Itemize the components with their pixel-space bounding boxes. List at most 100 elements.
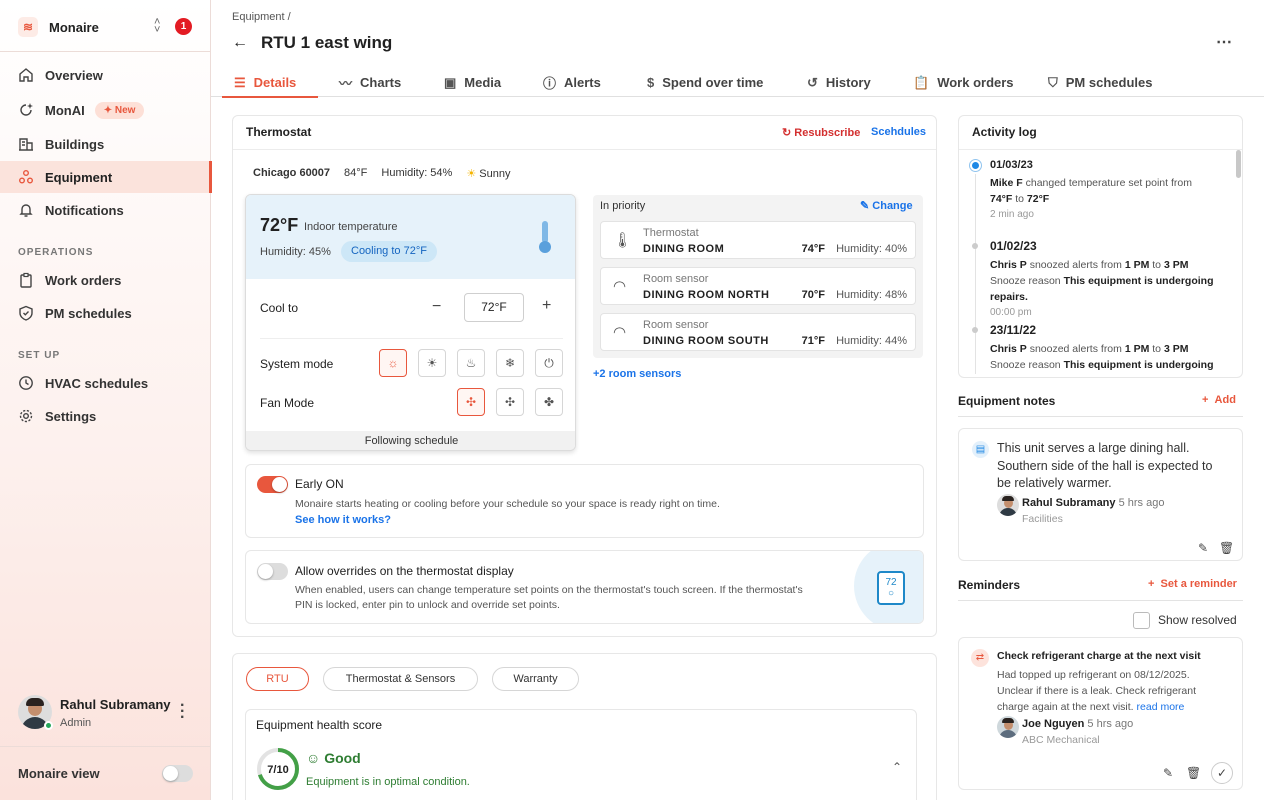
monaire-view-toggle[interactable] xyxy=(162,765,193,782)
note-author: Rahul Subramany 5 hrs ago xyxy=(1022,497,1165,509)
add-note-button[interactable]: + Add xyxy=(1202,394,1236,406)
tab-work-orders[interactable]: 📋 Work orders xyxy=(913,68,1014,97)
tab-bar: ☰ Details 〰 Charts ▣ Media ⓘ Alerts $ Spend o… xyxy=(211,68,1264,98)
off-mode-button[interactable]: ⏻ xyxy=(535,349,563,377)
show-resolved-checkbox[interactable] xyxy=(1133,612,1150,629)
status-badge: Cooling to 72°F xyxy=(341,241,437,262)
decrease-button[interactable]: − xyxy=(432,298,441,316)
tab-warranty[interactable]: Warranty xyxy=(492,667,579,691)
power-icon: ⏻ xyxy=(544,355,554,370)
sidebar-item-label: Equipment xyxy=(45,169,113,185)
tab-spend-over-time[interactable]: $ Spend over time xyxy=(647,68,763,97)
log-time: 00:00 pm xyxy=(990,307,1032,318)
smile-icon: ☺ xyxy=(306,750,321,766)
breadcrumb[interactable]: Equipment / xyxy=(232,11,291,23)
divider xyxy=(233,149,936,150)
user-name: Rahul Subramany xyxy=(60,697,171,712)
sidebar-item-notifications[interactable]: Notifications xyxy=(0,194,211,226)
cool-mode-button[interactable]: ❄ xyxy=(496,349,524,377)
resolve-check-icon[interactable]: ✓ xyxy=(1211,762,1233,784)
early-on-toggle[interactable] xyxy=(257,476,288,493)
plus-icon: + xyxy=(1148,578,1158,590)
sidebar-item-hvac-schedules[interactable]: HVAC schedules xyxy=(0,367,211,399)
sidebar-item-equipment[interactable]: Equipment xyxy=(0,161,212,193)
divider xyxy=(0,51,211,52)
more-sensors-link[interactable]: +2 room sensors xyxy=(593,368,681,380)
priority-title: In priority xyxy=(600,200,646,212)
weather-bar: Chicago 60007 84°F Humidity: 54% ☀ Sunny xyxy=(253,167,510,180)
pencil-icon: ✎ xyxy=(860,200,873,212)
sidebar-item-label: Overview xyxy=(45,67,103,83)
read-more-link[interactable]: read more xyxy=(1137,701,1185,713)
sensor-row[interactable]: 🌡 Thermostat DINING ROOM 74°F Humidity: … xyxy=(600,221,916,259)
change-link[interactable]: ✎ Change xyxy=(860,199,913,212)
sensor-row[interactable]: ◠ Room sensor DINING ROOM SOUTH 71°F Hum… xyxy=(600,313,916,351)
tab-alerts[interactable]: ⓘ Alerts xyxy=(543,68,601,97)
thermostat-display-icon: 72 ○ xyxy=(877,571,905,605)
wifi-sensor-icon: ◠ xyxy=(613,324,627,341)
alert-circle-icon: ⓘ xyxy=(543,76,557,91)
set-reminder-button[interactable]: + Set a reminder xyxy=(1148,578,1237,590)
sensor-row[interactable]: ◠ Room sensor DINING ROOM NORTH 70°F Hum… xyxy=(600,267,916,305)
sidebar-item-monai[interactable]: MonAI ✦ New xyxy=(0,94,211,126)
location-text: Chicago 60007 xyxy=(253,167,331,179)
early-on-help-link[interactable]: See how it works? xyxy=(295,514,391,526)
snowflake-icon: ❄ xyxy=(504,356,516,370)
heat-mode-button[interactable]: ☀ xyxy=(418,349,446,377)
edit-icon[interactable]: ✎ xyxy=(1163,766,1173,780)
more-horizontal-icon[interactable]: ⋯ xyxy=(1216,32,1233,52)
fan-auto-button[interactable]: ✣ xyxy=(457,388,485,416)
auto-mode-button[interactable]: ☼ xyxy=(379,349,407,377)
fan-icon: ✤ xyxy=(543,395,555,409)
sidebar-item-overview[interactable]: Overview xyxy=(0,59,211,91)
reminders-title: Reminders xyxy=(958,578,1021,592)
timeline-line xyxy=(975,174,976,374)
notification-count-badge[interactable]: 1 xyxy=(175,18,192,35)
resubscribe-link[interactable]: ↻ Resubscribe xyxy=(782,126,860,139)
sidebar-item-settings[interactable]: Settings xyxy=(0,400,211,432)
tab-rtu[interactable]: RTU xyxy=(246,667,309,691)
clipboard-icon xyxy=(20,272,32,288)
trash-icon[interactable]: 🗑 xyxy=(1219,541,1234,555)
sun-icon: ☀ xyxy=(426,356,438,370)
tab-history[interactable]: ↺ History xyxy=(807,68,871,97)
tab-media[interactable]: ▣ Media xyxy=(444,68,501,97)
cool-to-input[interactable]: 72°F xyxy=(464,293,524,322)
increase-button[interactable]: + xyxy=(542,297,551,315)
home-icon xyxy=(19,68,33,82)
tab-charts[interactable]: 〰 Charts xyxy=(339,68,401,97)
sidebar: ≋ Monaire ˄ ˅ 1 Overview MonAI ✦ New Buil… xyxy=(0,0,212,800)
more-vertical-icon[interactable]: · · · xyxy=(180,698,185,726)
trash-icon[interactable]: 🗑 xyxy=(1186,766,1201,780)
reminder-text: Had topped up refrigerant on 08/12/2025.… xyxy=(997,669,1197,713)
user-profile[interactable]: Rahul Subramany Admin · · · xyxy=(18,695,198,733)
overrides-toggle[interactable] xyxy=(257,563,288,580)
tab-pm-schedules[interactable]: ⛉ PM schedules xyxy=(1048,68,1152,97)
fan-circulate-button[interactable]: ✤ xyxy=(535,388,563,416)
indoor-temp: 72°F xyxy=(260,215,299,235)
back-arrow-icon[interactable]: ← xyxy=(232,34,248,52)
sidebar-item-pm-schedules[interactable]: PM schedules xyxy=(0,297,211,329)
tab-details[interactable]: ☰ Details xyxy=(221,68,319,98)
sidebar-item-buildings[interactable]: Buildings xyxy=(0,128,211,160)
refresh-icon: ↻ xyxy=(782,127,795,139)
reminder-author: Joe Nguyen 5 hrs ago xyxy=(1022,718,1134,730)
flame-mode-button[interactable]: ♨ xyxy=(457,349,485,377)
sidebar-item-work-orders[interactable]: Work orders xyxy=(0,264,211,296)
health-title: Equipment health score xyxy=(256,718,383,732)
wifi-sensor-icon: ◠ xyxy=(613,278,627,295)
log-reason: Snooze reason This equipment is undergoi… xyxy=(990,275,1214,287)
note-team: Facilities xyxy=(1022,513,1063,525)
log-values: 74°F to 72°F xyxy=(990,193,1050,205)
chevron-updown-icon[interactable]: ˄ ˅ xyxy=(154,17,160,36)
chevron-up-icon[interactable]: ⌃ xyxy=(892,760,902,774)
show-resolved-label: Show resolved xyxy=(1158,613,1237,627)
scrollbar[interactable] xyxy=(1236,150,1241,178)
edit-icon[interactable]: ✎ xyxy=(1198,541,1208,555)
activity-log-title: Activity log xyxy=(972,125,1037,139)
notes-title: Equipment notes xyxy=(958,394,1056,408)
brand-switcher[interactable]: ≋ Monaire ˄ ˅ 1 xyxy=(18,16,194,38)
tab-thermostat-sensors[interactable]: Thermostat & Sensors xyxy=(323,667,478,691)
fan-on-button[interactable]: ✣ xyxy=(496,388,524,416)
schedules-link[interactable]: Scehdules xyxy=(871,126,926,138)
